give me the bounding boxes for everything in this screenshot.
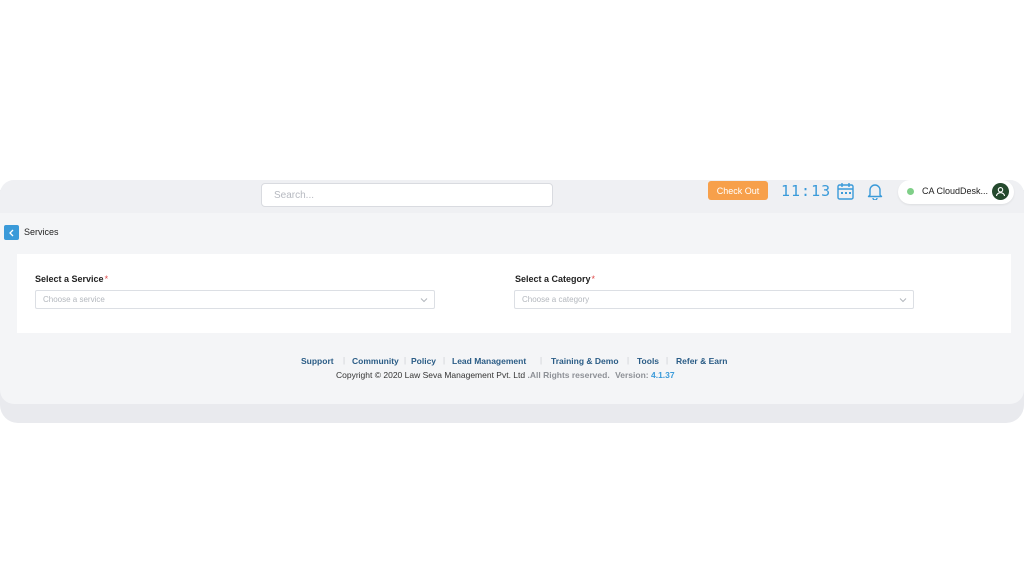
service-form-card: Select a Service* Choose a service Selec… [17, 254, 1011, 333]
user-menu[interactable]: CA CloudDesk... [898, 180, 1014, 204]
required-mark: * [104, 274, 109, 284]
check-out-button[interactable]: Check Out [708, 181, 768, 200]
avatar[interactable] [992, 183, 1009, 200]
footer-separator: | [627, 356, 630, 365]
required-mark: * [591, 274, 596, 284]
app-window: Check Out 11:13 CA CloudDesk... [0, 180, 1024, 404]
calendar-icon[interactable] [837, 182, 854, 200]
category-select[interactable]: Choose a category [514, 290, 914, 309]
footer-separator: | [443, 356, 446, 365]
clock-time: 11:13 [781, 182, 832, 200]
footer-link-lead-management[interactable]: Lead Management [452, 356, 526, 366]
footer-link-training-demo[interactable]: Training & Demo [551, 356, 619, 366]
footer-links: Support | Community | Policy | Lead Mana… [0, 356, 1024, 368]
footer-link-community[interactable]: Community [352, 356, 399, 366]
service-select-placeholder: Choose a service [43, 295, 105, 304]
footer-separator: | [666, 356, 669, 365]
footer-separator: | [404, 356, 407, 365]
footer-separator: | [343, 356, 346, 365]
footer-link-tools[interactable]: Tools [637, 356, 659, 366]
version-label: Version: [615, 370, 649, 380]
back-button[interactable] [4, 225, 19, 240]
chevron-left-icon [9, 229, 14, 236]
top-bar: Check Out 11:13 CA CloudDesk... [0, 180, 1024, 213]
bell-icon[interactable] [867, 182, 883, 200]
service-select[interactable]: Choose a service [35, 290, 435, 309]
rights-text: .All Rights reserved. [525, 370, 610, 380]
search-input[interactable] [261, 183, 553, 207]
category-select-placeholder: Choose a category [522, 295, 590, 304]
footer-link-refer-earn[interactable]: Refer & Earn [676, 356, 728, 366]
footer-link-support[interactable]: Support [301, 356, 334, 366]
chevron-down-icon [420, 298, 428, 303]
user-icon [995, 187, 1006, 197]
user-name: CA CloudDesk... [922, 186, 989, 196]
copyright-text: Copyright © 2020 Law Seva Management Pvt… [336, 370, 675, 380]
page-title: Services [24, 227, 59, 237]
footer-separator: | [540, 356, 543, 365]
service-label: Select a Service* [35, 274, 109, 284]
footer-link-policy[interactable]: Policy [411, 356, 436, 366]
version-number: 4.1.37 [650, 370, 675, 380]
online-status-icon [907, 188, 914, 195]
chevron-down-icon [899, 298, 907, 303]
category-label: Select a Category* [515, 274, 596, 284]
copyright-owner: Copyright © 2020 Law Seva Management Pvt… [336, 370, 526, 380]
